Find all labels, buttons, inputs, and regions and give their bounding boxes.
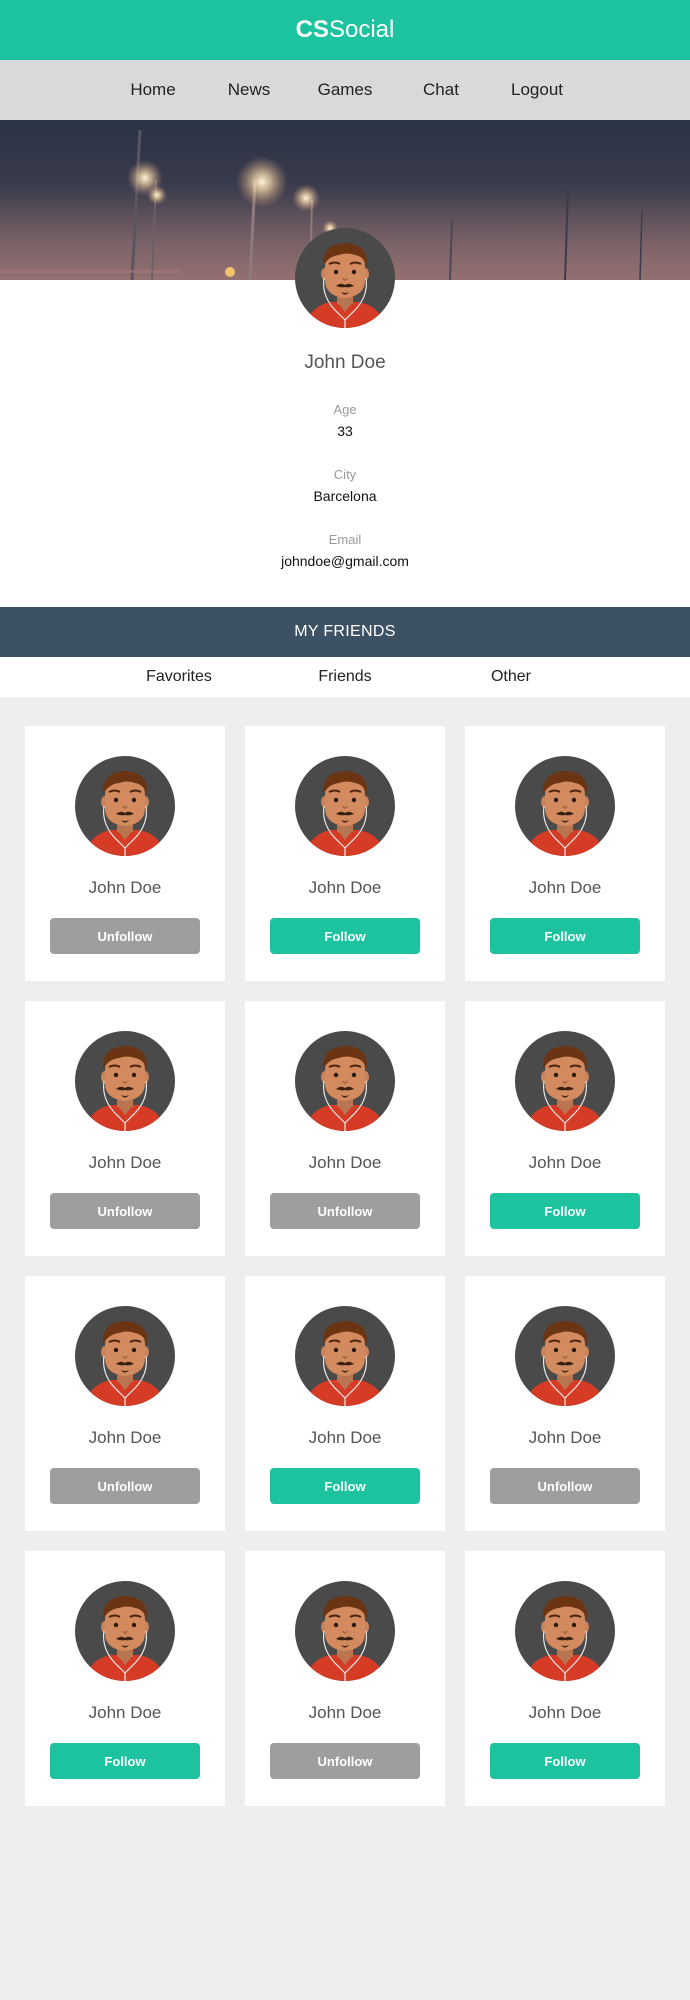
friend-avatar-icon <box>515 1581 615 1681</box>
friend-card: John Doe Unfollow <box>25 1276 225 1531</box>
follow-toggle-button[interactable]: Follow <box>50 1743 200 1779</box>
friend-avatar-icon <box>75 1306 175 1406</box>
tab-other[interactable]: Other <box>428 668 594 686</box>
follow-toggle-button[interactable]: Follow <box>270 1468 420 1504</box>
friends-section-title: MY FRIENDS <box>0 607 690 657</box>
follow-toggle-button[interactable]: Unfollow <box>50 918 200 954</box>
nav-item-logout[interactable]: Logout <box>489 80 585 100</box>
friend-avatar-icon <box>295 1031 395 1131</box>
follow-toggle-button[interactable]: Unfollow <box>50 1193 200 1229</box>
friend-name: John Doe <box>528 1153 602 1172</box>
app-header: CSSocial <box>0 0 690 60</box>
follow-toggle-button[interactable]: Follow <box>490 1743 640 1779</box>
friend-card: John Doe Unfollow <box>245 1551 445 1806</box>
friend-avatar-icon <box>75 756 175 856</box>
follow-toggle-button[interactable]: Unfollow <box>270 1193 420 1229</box>
email-label: Email <box>328 532 362 547</box>
friend-name: John Doe <box>88 878 162 897</box>
friend-card: John Doe Follow <box>465 1001 665 1256</box>
city-label: City <box>333 467 357 482</box>
friend-name: John Doe <box>88 1428 162 1447</box>
nav-item-games[interactable]: Games <box>297 80 393 100</box>
nav-item-home[interactable]: Home <box>105 80 201 100</box>
friend-name: John Doe <box>308 878 382 897</box>
friend-name: John Doe <box>88 1703 162 1722</box>
city-value: Barcelona <box>313 488 377 504</box>
follow-toggle-button[interactable]: Unfollow <box>270 1743 420 1779</box>
friend-card: John Doe Unfollow <box>465 1276 665 1531</box>
age-label: Age <box>333 402 357 417</box>
follow-toggle-button[interactable]: Follow <box>490 1193 640 1229</box>
follow-toggle-button[interactable]: Follow <box>490 918 640 954</box>
friend-avatar-icon <box>295 1581 395 1681</box>
follow-toggle-button[interactable]: Follow <box>270 918 420 954</box>
profile-section: John Doe Age 33 City Barcelona Email joh… <box>0 228 690 607</box>
friends-grid: John Doe Unfollow John Doe Follow John D… <box>0 697 690 1806</box>
profile-avatar-icon <box>295 228 395 328</box>
friend-card: John Doe Unfollow <box>25 1001 225 1256</box>
friend-card: John Doe Follow <box>245 1276 445 1531</box>
brand-bold-text: CS <box>295 16 329 43</box>
brand-logo[interactable]: CSSocial <box>296 16 395 44</box>
friend-card: John Doe Unfollow <box>245 1001 445 1256</box>
tab-friends[interactable]: Friends <box>262 668 428 686</box>
friend-avatar-icon <box>295 1306 395 1406</box>
friend-name: John Doe <box>88 1153 162 1172</box>
friend-card: John Doe Follow <box>245 726 445 981</box>
friend-name: John Doe <box>308 1428 382 1447</box>
friends-tabs: Favorites Friends Other <box>0 657 690 697</box>
friend-avatar-icon <box>75 1581 175 1681</box>
follow-toggle-button[interactable]: Unfollow <box>50 1468 200 1504</box>
friend-avatar-icon <box>295 756 395 856</box>
follow-toggle-button[interactable]: Unfollow <box>490 1468 640 1504</box>
friend-name: John Doe <box>528 1428 602 1447</box>
friend-avatar-icon <box>515 1031 615 1131</box>
friend-card: John Doe Follow <box>465 726 665 981</box>
profile-name: John Doe <box>304 352 386 373</box>
friend-avatar-icon <box>515 1306 615 1406</box>
friend-name: John Doe <box>308 1703 382 1722</box>
friend-card: John Doe Follow <box>465 1551 665 1806</box>
friend-avatar-icon <box>75 1031 175 1131</box>
friend-name: John Doe <box>528 878 602 897</box>
tab-favorites[interactable]: Favorites <box>96 668 262 686</box>
brand-light-text: Social <box>328 16 395 43</box>
friend-card: John Doe Follow <box>25 1551 225 1806</box>
friend-name: John Doe <box>528 1703 602 1722</box>
friend-card: John Doe Unfollow <box>25 726 225 981</box>
age-value: 33 <box>337 423 353 439</box>
nav-item-chat[interactable]: Chat <box>393 80 489 100</box>
friend-name: John Doe <box>308 1153 382 1172</box>
email-value: johndoe@gmail.com <box>281 553 409 569</box>
nav-item-news[interactable]: News <box>201 80 297 100</box>
friend-avatar-icon <box>515 756 615 856</box>
main-nav: Home News Games Chat Logout <box>0 60 690 120</box>
